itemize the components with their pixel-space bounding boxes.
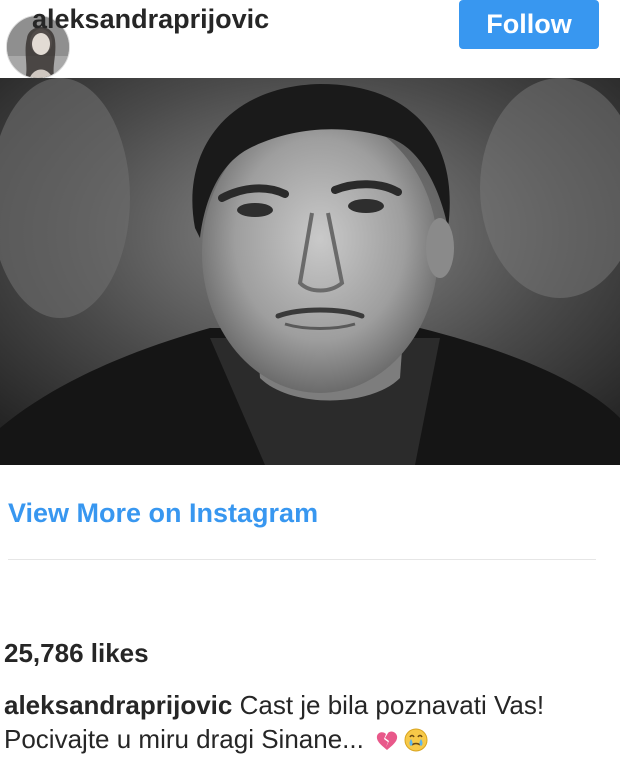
follow-button[interactable]: Follow xyxy=(459,0,599,49)
divider xyxy=(8,559,596,560)
broken-heart-icon xyxy=(375,727,399,761)
instagram-embed: aleksandraprijovic Follow View More on I… xyxy=(0,0,620,770)
post-photo[interactable] xyxy=(0,78,620,465)
crying-face-icon xyxy=(403,727,429,761)
portrait-image xyxy=(0,78,620,465)
post-header: aleksandraprijovic Follow xyxy=(0,0,620,79)
username[interactable]: aleksandraprijovic xyxy=(32,4,269,35)
post-caption: aleksandraprijovic Cast je bila poznavat… xyxy=(4,688,609,761)
caption-username[interactable]: aleksandraprijovic xyxy=(4,690,232,720)
view-more-link[interactable]: View More on Instagram xyxy=(8,498,318,529)
likes-count: 25,786 likes xyxy=(4,638,149,668)
